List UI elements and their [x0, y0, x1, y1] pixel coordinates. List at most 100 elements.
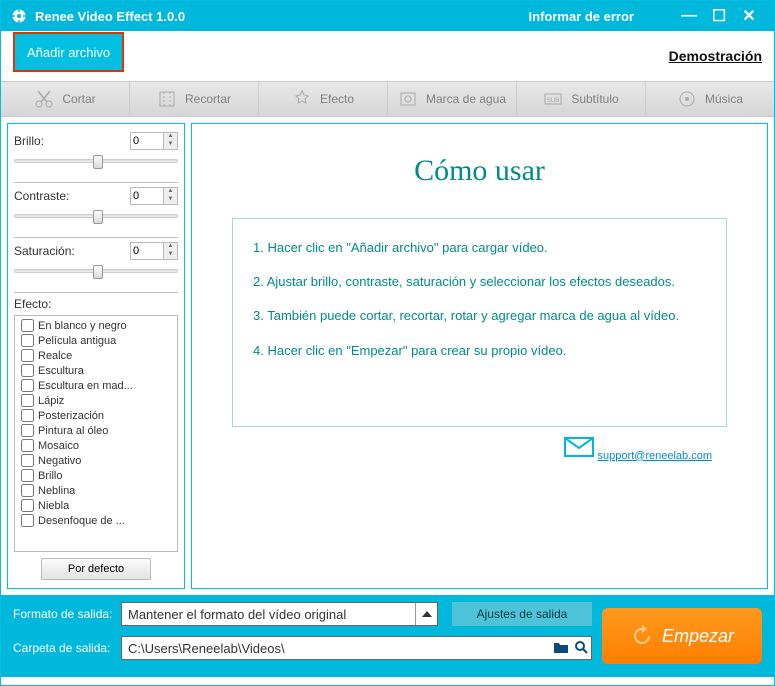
effect-item[interactable]: Lápiz — [17, 393, 175, 408]
effect-label: Negativo — [38, 455, 81, 467]
effect-label: Niebla — [38, 500, 69, 512]
effect-item[interactable]: Posterización — [17, 408, 175, 423]
brillo-input[interactable] — [131, 133, 163, 149]
spin-down-icon[interactable]: ▼ — [163, 141, 177, 149]
support-email-link[interactable]: support@reneelab.com — [597, 450, 712, 462]
effect-checkbox[interactable] — [21, 514, 34, 527]
instruction-step: 3. También puede cortar, recortar, rotar… — [253, 307, 706, 325]
format-selected-value: Mantener el formato del vídeo original — [122, 607, 415, 622]
effect-item[interactable]: Pintura al óleo — [17, 423, 175, 438]
effect-checkbox[interactable] — [21, 469, 34, 482]
effect-label: Película antigua — [38, 335, 116, 347]
cut-icon — [34, 89, 54, 109]
search-icon[interactable] — [571, 640, 591, 657]
saturacion-spinner[interactable]: ▲▼ — [130, 242, 178, 260]
crop-icon — [157, 89, 177, 109]
effect-checkbox[interactable] — [21, 424, 34, 437]
spin-up-icon[interactable]: ▲ — [163, 243, 177, 251]
svg-text:SUB: SUB — [547, 98, 559, 104]
format-select[interactable]: Mantener el formato del vídeo original — [121, 602, 438, 626]
effect-label: Pintura al óleo — [38, 425, 108, 437]
brillo-slider[interactable] — [14, 154, 178, 168]
effect-item[interactable]: Escultura en mad... — [17, 378, 175, 393]
effect-list[interactable]: En blanco y negro Película antigua Realce E… — [14, 315, 178, 552]
effect-label: En blanco y negro — [38, 320, 127, 332]
effect-label: Mosaico — [38, 440, 79, 452]
brillo-spinner[interactable]: ▲▼ — [130, 132, 178, 150]
tab-label: Marca de agua — [426, 92, 506, 106]
tab-label: Cortar — [62, 92, 95, 106]
contraste-slider[interactable] — [14, 209, 178, 223]
spin-down-icon[interactable]: ▼ — [163, 196, 177, 204]
watermark-icon — [398, 89, 418, 109]
report-error-link[interactable]: Informar de error — [529, 9, 634, 24]
contraste-input[interactable] — [131, 188, 163, 204]
effect-item[interactable]: Realce — [17, 348, 175, 363]
sidebar: Brillo: ▲▼ Contraste: ▲▼ Saturació — [7, 123, 185, 589]
subtitle-icon: SUB — [543, 89, 563, 109]
tab-recortar[interactable]: Recortar — [130, 82, 259, 116]
effect-item[interactable]: Escultura — [17, 363, 175, 378]
tab-cortar[interactable]: Cortar — [1, 82, 130, 116]
effect-checkbox[interactable] — [21, 334, 34, 347]
output-folder-field[interactable]: C:\Users\Reneelab\Videos\ — [121, 636, 592, 660]
default-button[interactable]: Por defecto — [41, 558, 151, 580]
tab-musica[interactable]: Música — [646, 82, 774, 116]
instruction-step: 2. Ajustar brillo, contraste, saturación… — [253, 273, 706, 291]
efecto-label: Efecto: — [14, 297, 178, 311]
output-settings-button[interactable]: Ajustes de salida — [452, 602, 592, 626]
spin-up-icon[interactable]: ▲ — [163, 188, 177, 196]
effect-checkbox[interactable] — [21, 409, 34, 422]
start-button[interactable]: Empezar — [602, 608, 762, 664]
saturacion-slider[interactable] — [14, 264, 178, 278]
output-folder-value: C:\Users\Reneelab\Videos\ — [122, 641, 551, 656]
contraste-spinner[interactable]: ▲▼ — [130, 187, 178, 205]
topbar: Añadir archivo Demostración — [1, 31, 774, 81]
spin-down-icon[interactable]: ▼ — [163, 251, 177, 259]
effect-item[interactable]: Brillo — [17, 468, 175, 483]
instructions-box: 1. Hacer clic en "Añadir archivo" para c… — [232, 218, 727, 427]
folder-icon[interactable] — [551, 640, 571, 657]
effect-item[interactable]: Neblina — [17, 483, 175, 498]
effect-label: Escultura en mad... — [38, 380, 133, 392]
effect-item[interactable]: Desenfoque de ... — [17, 513, 175, 528]
tab-label: Recortar — [185, 92, 231, 106]
effect-checkbox[interactable] — [21, 319, 34, 332]
add-file-button[interactable]: Añadir archivo — [13, 32, 124, 72]
effect-checkbox[interactable] — [21, 484, 34, 497]
demo-link[interactable]: Demostración — [669, 48, 762, 64]
effect-label: Brillo — [38, 470, 62, 482]
maximize-button[interactable]: ☐ — [704, 6, 734, 26]
effect-item[interactable]: Mosaico — [17, 438, 175, 453]
tab-subtitulo[interactable]: SUB Subtítulo — [517, 82, 646, 116]
saturacion-label: Saturación: — [14, 244, 75, 258]
effect-checkbox[interactable] — [21, 499, 34, 512]
dropdown-arrow-icon[interactable] — [415, 603, 437, 625]
tab-efecto[interactable]: Efecto — [259, 82, 388, 116]
close-button[interactable]: ✕ — [734, 6, 764, 26]
tab-label: Música — [705, 92, 743, 106]
tab-marca-de-agua[interactable]: Marca de agua — [388, 82, 517, 116]
effect-checkbox[interactable] — [21, 349, 34, 362]
minimize-button[interactable]: — — [674, 7, 704, 25]
effect-checkbox[interactable] — [21, 379, 34, 392]
effect-label: Realce — [38, 350, 72, 362]
effect-item[interactable]: Película antigua — [17, 333, 175, 348]
effect-label: Desenfoque de ... — [38, 515, 125, 527]
how-to-title: Cómo usar — [232, 154, 727, 188]
effect-icon — [292, 89, 312, 109]
effect-label: Escultura — [38, 365, 84, 377]
effect-item[interactable]: En blanco y negro — [17, 318, 175, 333]
effect-checkbox[interactable] — [21, 394, 34, 407]
saturacion-input[interactable] — [131, 243, 163, 259]
effect-checkbox[interactable] — [21, 454, 34, 467]
effect-item[interactable]: Niebla — [17, 498, 175, 513]
start-button-label: Empezar — [662, 626, 734, 647]
refresh-icon — [630, 624, 654, 648]
effect-checkbox[interactable] — [21, 439, 34, 452]
tab-label: Efecto — [320, 92, 354, 106]
effect-checkbox[interactable] — [21, 364, 34, 377]
main-panel: Cómo usar 1. Hacer clic en "Añadir archi… — [191, 123, 768, 589]
spin-up-icon[interactable]: ▲ — [163, 133, 177, 141]
effect-item[interactable]: Negativo — [17, 453, 175, 468]
